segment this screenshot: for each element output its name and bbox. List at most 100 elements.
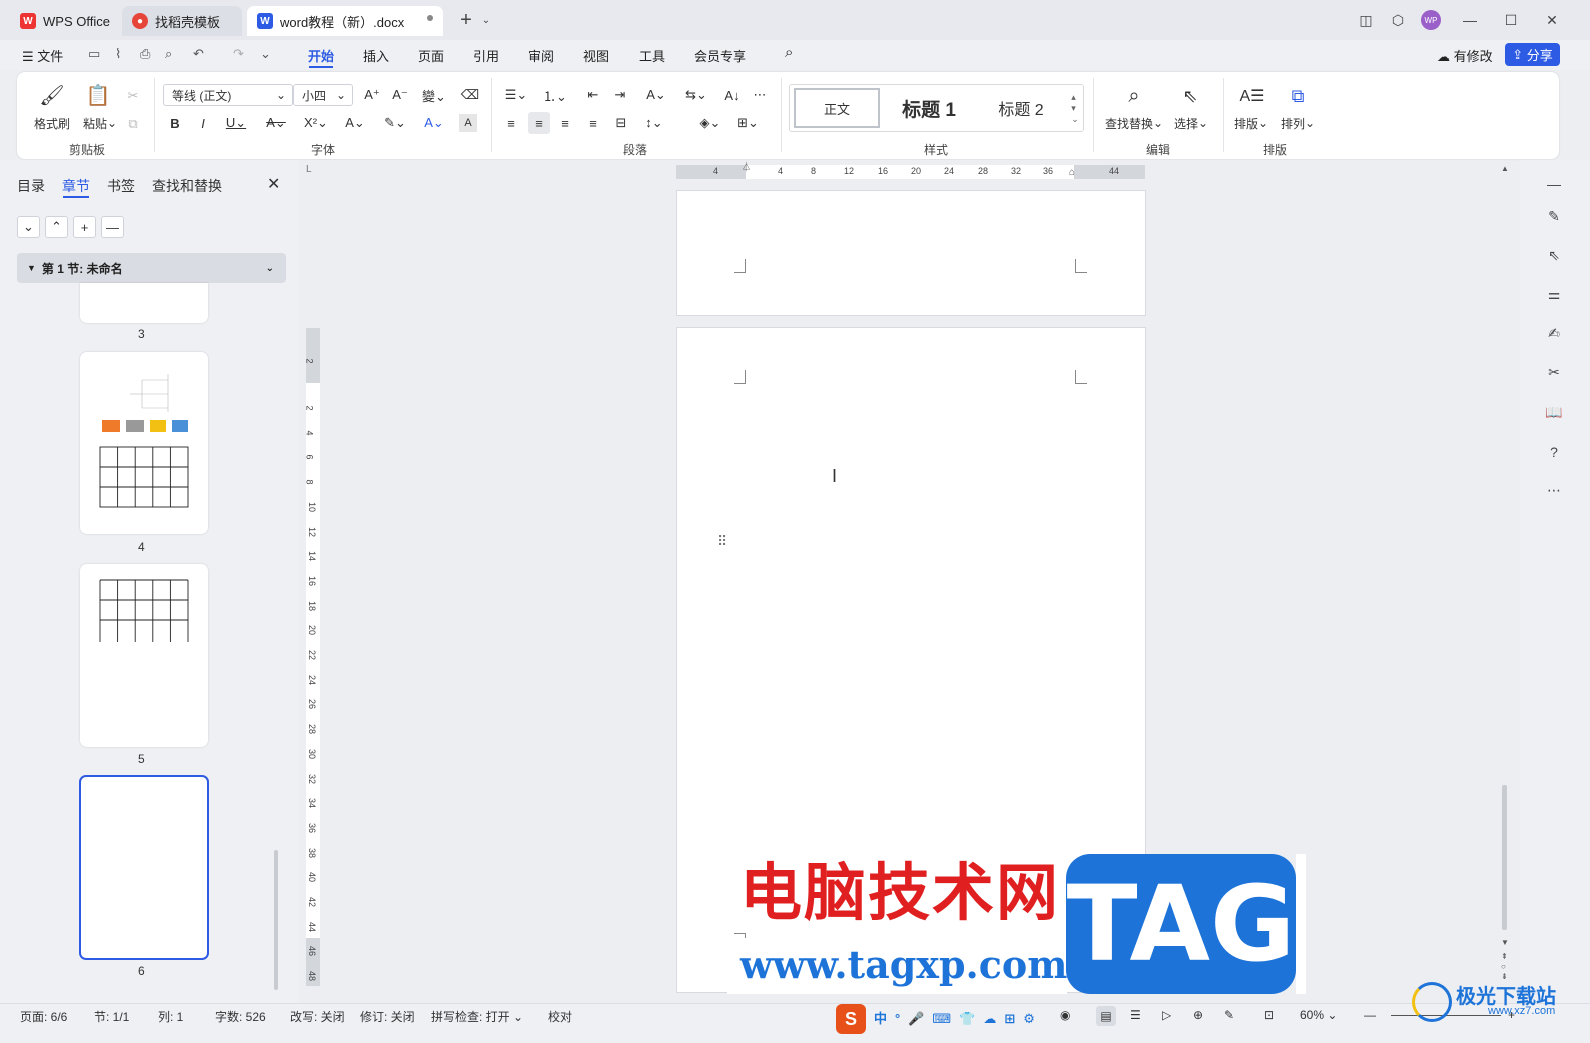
align-left-icon[interactable]: ≡ [501, 112, 521, 134]
zoom-level[interactable]: 60% ⌄ [1300, 1008, 1337, 1022]
tab-docer[interactable]: ● 找稻壳模板 [122, 6, 242, 36]
numbered-list-icon[interactable]: ⒈⌄ [540, 84, 570, 106]
menu-tab-insert[interactable]: 插入 [363, 46, 389, 65]
print-preview-icon[interactable]: ⌕ [165, 46, 172, 62]
cut-icon[interactable]: ✂ [123, 86, 143, 106]
close-pane-icon[interactable]: ✕ [267, 174, 280, 194]
justify-icon[interactable]: ≡ [583, 112, 603, 134]
prev-section-chevron-icon[interactable]: ⌃ [45, 216, 68, 238]
clear-format-icon[interactable]: ⌫ [459, 84, 481, 106]
page-thumbnail-4[interactable] [80, 352, 208, 534]
grow-font-icon[interactable]: A⁺ [361, 84, 383, 106]
distributed-icon[interactable]: ⊟ [611, 112, 631, 134]
undo-icon[interactable]: ↶ [193, 46, 204, 62]
eye-icon[interactable]: ◉ [1060, 1008, 1070, 1022]
italic-icon[interactable]: I [193, 112, 213, 134]
search-icon[interactable]: ⌕ [785, 44, 793, 61]
column-indicator[interactable]: 列: 1 [158, 1008, 183, 1025]
maximize-icon[interactable]: ☐ [1499, 8, 1523, 32]
vertical-ruler[interactable]: 2 2 4 6 8 10 12 14 16 18 20 22 24 26 28 30 32 34 36 38 40 42 4… [305, 328, 320, 986]
file-menu[interactable]: ☰ 文件 [22, 46, 63, 65]
section-count[interactable]: 节: 1/1 [94, 1008, 129, 1025]
page-thumbnail-3[interactable] [80, 283, 208, 323]
ime-logo-icon[interactable]: S [836, 1004, 866, 1034]
paste-icon[interactable]: 📋 [83, 80, 113, 110]
page-nav-icon[interactable]: ⇞ ○ ⇟ [1501, 952, 1508, 982]
layout-panel-icon[interactable]: ◫ [1354, 8, 1378, 32]
bullet-list-icon[interactable]: ☰⌄ [501, 84, 531, 106]
tab-sections[interactable]: 章节 [62, 176, 90, 196]
paste-button[interactable]: 粘贴 ⌄ [77, 114, 123, 132]
format-painter-icon[interactable]: 🖌 [35, 80, 69, 110]
tab-bookmarks[interactable]: 书签 [107, 176, 135, 196]
bold-icon[interactable]: B [165, 112, 185, 134]
document-page-5[interactable] [676, 190, 1146, 316]
find-replace-icon[interactable]: ⌕ [1121, 82, 1147, 110]
pane-scrollbar[interactable] [274, 850, 278, 990]
tab-stop-selector-icon[interactable]: L [306, 164, 312, 175]
close-window-icon[interactable]: ✕ [1540, 8, 1564, 32]
text-direction-icon[interactable]: A⌄ [641, 84, 671, 106]
fit-page-icon[interactable]: ⊡ [1264, 1008, 1274, 1022]
pointer-icon[interactable]: ⇖ [1542, 243, 1566, 267]
print-icon[interactable]: ⎙ [140, 46, 150, 62]
style-heading2[interactable]: 标题 2 [980, 88, 1062, 128]
find-replace-button[interactable]: 查找替换 ⌄ [1101, 114, 1167, 132]
tab-toc[interactable]: 目录 [17, 176, 45, 196]
horizontal-ruler[interactable]: 4 4 8 12 16 20 24 28 32 36 44 ⏃ ⌂ [676, 162, 1145, 179]
play-icon[interactable]: ▷ [1162, 1008, 1171, 1022]
border-icon[interactable]: ⊞⌄ [733, 112, 763, 134]
pen-icon[interactable]: ✎ [1542, 204, 1566, 228]
text-layout-button[interactable]: 排版 ⌄ [1231, 114, 1271, 132]
decrease-indent-icon[interactable]: ⇤ [582, 84, 604, 106]
save-icon[interactable]: ▭ [88, 46, 100, 62]
quick-access-chevron-icon[interactable]: ⌄ [260, 46, 271, 62]
arrange-button[interactable]: 排列 ⌄ [1277, 114, 1319, 132]
menu-tab-membership[interactable]: 会员专享 [694, 46, 746, 65]
show-marks-icon[interactable]: ⋯ [749, 84, 771, 106]
superscript-icon[interactable]: X²⌄ [301, 112, 331, 134]
ai-writing-icon[interactable]: ✍ [1542, 321, 1566, 345]
tab-wps-office[interactable]: W WPS Office [10, 6, 118, 36]
scroll-down-icon[interactable]: ▼ [1501, 938, 1509, 947]
document-scrollbar[interactable] [1502, 785, 1507, 930]
drag-handle-icon[interactable]: ⠿ [717, 533, 727, 550]
add-section-icon[interactable]: + [73, 216, 96, 238]
page-thumbnail-6[interactable] [79, 775, 209, 960]
sliders-icon[interactable]: ⚌ [1542, 282, 1566, 306]
write-mode-icon[interactable]: ✎ [1224, 1008, 1234, 1022]
word-count[interactable]: 字数: 526 [215, 1008, 266, 1025]
phonetic-guide-icon[interactable]: 變⌄ [419, 84, 449, 106]
strikethrough-icon[interactable]: A⌄ [261, 112, 291, 134]
web-view-icon[interactable]: ⊕ [1193, 1008, 1203, 1022]
tab-list-chevron-icon[interactable]: ⌄ [474, 8, 498, 32]
font-color-icon[interactable]: A⌄ [419, 112, 449, 134]
help-icon[interactable]: ? [1542, 440, 1566, 464]
copy-icon[interactable]: ⧉ [123, 114, 143, 134]
format-painter-button[interactable]: 格式刷 [29, 114, 75, 132]
share-button[interactable]: ⇪ 分享 [1505, 43, 1560, 66]
more-icon[interactable]: ⋯ [1542, 478, 1566, 502]
sort-icon[interactable]: A↓ [721, 84, 743, 106]
style-normal[interactable]: 正文 [794, 88, 880, 128]
text-effect-icon[interactable]: A⌄ [340, 112, 370, 134]
link-icon[interactable]: ⌇ [115, 46, 121, 62]
book-icon[interactable]: 📖 [1542, 400, 1566, 424]
text-layout-icon[interactable]: A☰ [1239, 82, 1265, 110]
select-button[interactable]: 选择 ⌄ [1169, 114, 1213, 132]
tab-find-replace[interactable]: 查找和替换 [152, 176, 222, 196]
increase-indent-icon[interactable]: ⇥ [609, 84, 631, 106]
tab-word-doc[interactable]: W word教程（新）.docx [247, 6, 443, 36]
redo-icon[interactable]: ↷ [233, 46, 244, 62]
overtype-status[interactable]: 改写: 关闭 [290, 1008, 345, 1025]
arrange-icon[interactable]: ⧉ [1285, 82, 1311, 110]
scroll-up-icon[interactable]: ▲ [1501, 164, 1509, 173]
shrink-font-icon[interactable]: A⁻ [389, 84, 411, 106]
minimize-icon[interactable]: — [1458, 8, 1482, 32]
collapse-panel-icon[interactable]: — [1542, 172, 1566, 196]
underline-icon[interactable]: U⌄ [221, 112, 251, 134]
tools-icon[interactable]: ✂ [1542, 360, 1566, 384]
font-size-select[interactable]: 小四 ⌄ [293, 84, 353, 106]
menu-tab-page[interactable]: 页面 [418, 46, 444, 65]
menu-tab-view[interactable]: 视图 [583, 46, 609, 65]
